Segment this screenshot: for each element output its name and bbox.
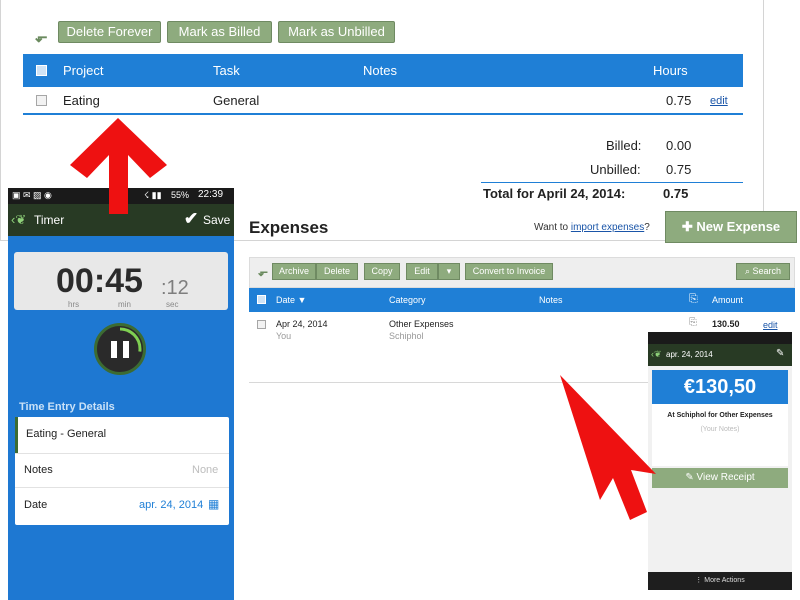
screenshot-collage: ⬐ Delete Forever Mark as Billed Mark as …: [0, 0, 800, 600]
red-arrow-up-icon: [70, 118, 167, 214]
annotation-arrows: [70, 118, 656, 520]
red-arrow-diagonal-icon: [560, 375, 656, 520]
